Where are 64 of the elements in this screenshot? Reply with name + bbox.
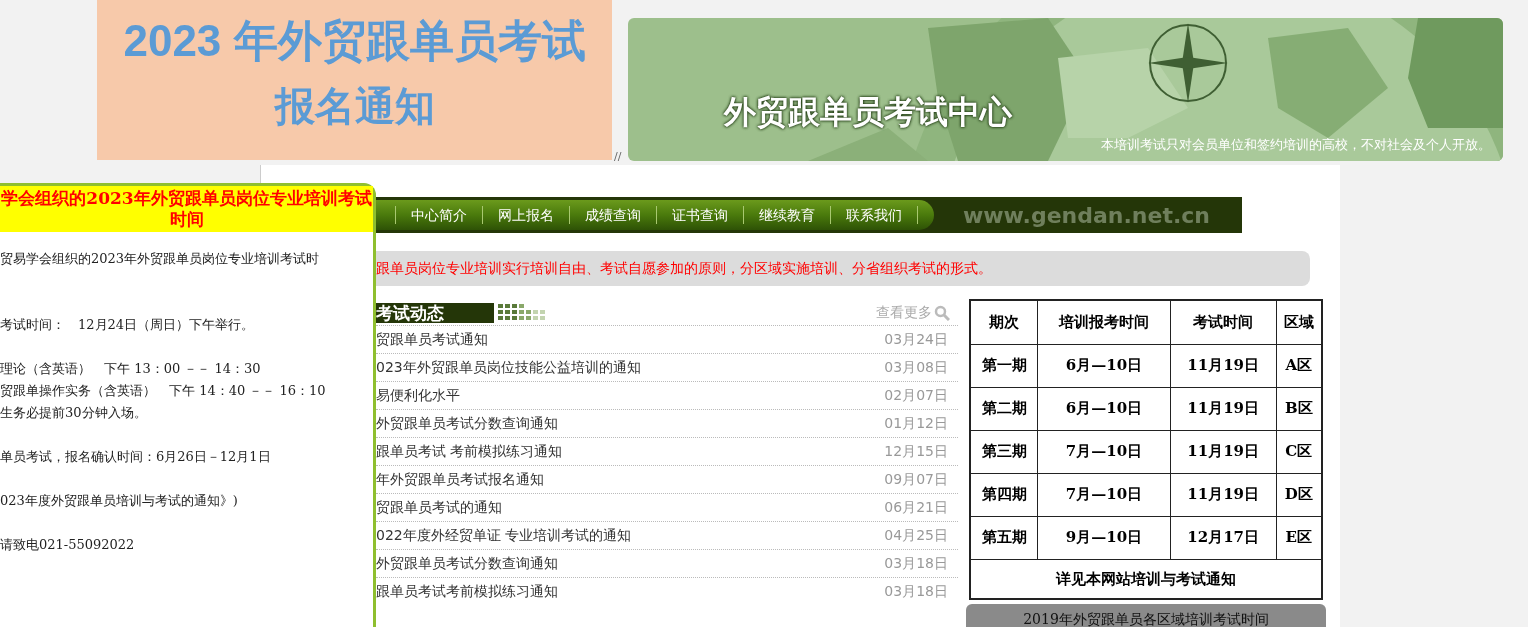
table-header: 培训报考时间 bbox=[1037, 300, 1171, 344]
news-link[interactable]: 易便利化水平 bbox=[376, 385, 460, 406]
title-text: 2023 年外贸跟单员考试 bbox=[123, 15, 586, 67]
nav-tab[interactable]: 中心简介 bbox=[396, 206, 483, 224]
table-cell: 9月—10日 bbox=[1037, 516, 1171, 559]
table-cell: 7月—10日 bbox=[1037, 430, 1171, 473]
news-link[interactable]: 外贸跟单员考试分数查询通知 bbox=[376, 413, 558, 434]
title-text: 报名通知 bbox=[274, 83, 435, 130]
table-cell: 第三期 bbox=[970, 430, 1038, 473]
table-header: 期次 bbox=[970, 300, 1038, 344]
news-date: 09月07日 bbox=[884, 470, 948, 489]
table-cell: 第四期 bbox=[970, 473, 1038, 516]
table-cell: 6月—10日 bbox=[1037, 387, 1171, 430]
news-date: 06月21日 bbox=[884, 498, 948, 517]
popup-text: 单员考试，报名确认时间：6月26日－12月1日 bbox=[0, 448, 272, 466]
news-date: 02月07日 bbox=[884, 386, 948, 405]
table-cell: 第五期 bbox=[970, 516, 1038, 559]
news-link[interactable]: 年外贸跟单员考试报名通知 bbox=[376, 469, 544, 490]
table-cell: 11月19日 bbox=[1170, 387, 1277, 430]
popup-text: 贸易学会组织的2023年外贸跟单员岗位专业培训考试时 bbox=[0, 250, 321, 268]
search-icon bbox=[934, 304, 950, 321]
section-heading: 考试动态 bbox=[376, 303, 494, 323]
table-cell: 第二期 bbox=[970, 387, 1038, 430]
nav-tab[interactable]: 成绩查询 bbox=[570, 206, 657, 224]
table-cell: 11月19日 bbox=[1170, 344, 1277, 387]
table-cell: 11月19日 bbox=[1170, 430, 1277, 473]
popup-text: 贸跟单操作实务（含英语） 下午 14：40 －－ 16：10 bbox=[0, 382, 327, 400]
nav-tab[interactable]: 继续教育 bbox=[744, 206, 831, 224]
popup-title: 学会组织的2023年外贸跟单员岗位专业培训考试时间 bbox=[0, 186, 373, 232]
news-date: 12月15日 bbox=[884, 442, 948, 461]
table-header: 考试时间 bbox=[1170, 300, 1277, 344]
nav-tab[interactable]: 证书查询 bbox=[657, 206, 744, 224]
table-cell: 第一期 bbox=[970, 344, 1038, 387]
news-date: 03月18日 bbox=[884, 582, 948, 601]
nav-tab[interactable]: 网上报名 bbox=[483, 206, 570, 224]
popup-text: 请致电021-55092022 bbox=[0, 536, 136, 554]
popup-text: 生务必提前30分钟入场。 bbox=[0, 404, 148, 422]
site-address: www.gendan.net.cn bbox=[962, 201, 1210, 230]
news-link[interactable]: 贸跟单员考试通知 bbox=[376, 329, 488, 350]
news-link[interactable]: 外贸跟单员考试分数查询通知 bbox=[376, 553, 558, 574]
news-date: 03月18日 bbox=[884, 554, 948, 573]
separator-mark: // bbox=[614, 148, 623, 165]
news-link[interactable]: 跟单员考试 考前模拟练习通知 bbox=[376, 441, 563, 462]
notice-bar: 跟单员岗位专业培训实行培训自由、考试自愿参加的原则，分区域实施培训、分省组织考试的形式。 bbox=[376, 251, 1310, 286]
nav-tab[interactable]: 联系我们 bbox=[831, 206, 918, 224]
table-cell: 7月—10日 bbox=[1037, 473, 1171, 516]
news-link[interactable]: 022年度外经贸单证 专业培训考试的通知 bbox=[376, 525, 632, 546]
popup-text: 理论（含英语） 下午 13：00 －－ 14：30 bbox=[0, 360, 262, 378]
news-date: 01月12日 bbox=[884, 414, 948, 433]
news-date: 04月25日 bbox=[884, 526, 948, 545]
news-date: 03月24日 bbox=[884, 330, 948, 349]
news-link[interactable]: 跟单员考试考前模拟练习通知 bbox=[376, 581, 558, 602]
banner-note: 本培训考试只对会员单位和签约培训的高校，不对社会及个人开放。 bbox=[1101, 135, 1491, 154]
table-cell: 6月—10日 bbox=[1037, 344, 1171, 387]
popup-text: 023年度外贸跟单员培训与考试的通知》) bbox=[0, 492, 239, 510]
banner-heading: 外贸跟单员考试中心 bbox=[724, 92, 1012, 133]
news-link[interactable]: 023年外贸跟单员岗位技能公益培训的通知 bbox=[376, 357, 641, 378]
news-date: 03月08日 bbox=[884, 358, 948, 377]
popup-text: 考试时间： 12月24日（周日）下午举行。 bbox=[0, 316, 256, 334]
table-cell: 12月17日 bbox=[1170, 516, 1277, 559]
table-caption: 2019年外贸跟单员各区域培训考试时间 bbox=[966, 604, 1326, 627]
news-link[interactable]: 贸跟单员考试的通知 bbox=[376, 497, 502, 518]
pattern-icon bbox=[498, 304, 546, 322]
table-cell: 11月19日 bbox=[1170, 473, 1277, 516]
